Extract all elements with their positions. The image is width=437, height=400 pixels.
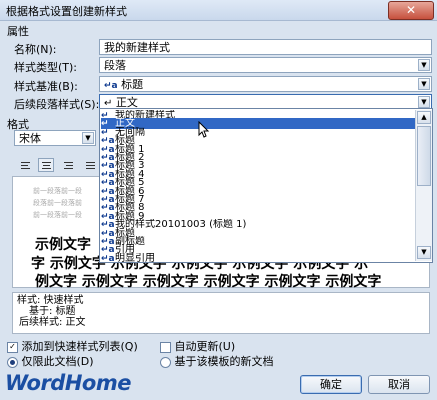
based-on-value: 标题	[121, 78, 144, 91]
template-documents-radio[interactable]	[160, 356, 171, 368]
preview-previous-paragraph: 前一段落前一段	[33, 187, 82, 195]
preview-previous-paragraph: 前一段落前一段	[33, 211, 82, 219]
preview-sample-text: 例文字 示例文字 示例文字 示例文字 示例文字 示例文字	[35, 274, 382, 290]
chevron-down-icon[interactable]: ▼	[418, 59, 430, 71]
style-description: 样式: 快速样式 基于: 标题 后续样式: 正文	[12, 292, 430, 334]
description-line: 基于: 标题	[29, 306, 76, 317]
dropdown-list-item[interactable]: ↵a明显引用	[101, 253, 417, 264]
dropdown-list-item-label: 明显引用	[115, 252, 155, 264]
this-document-only-label: 仅限此文档(D)	[21, 355, 94, 368]
align-center-button[interactable]	[38, 158, 54, 172]
following-style-label: 后续段落样式(S):	[14, 98, 100, 111]
align-left-button[interactable]	[17, 158, 33, 172]
this-document-only-option[interactable]: 仅限此文档(D)	[7, 353, 94, 369]
justify-button[interactable]	[82, 158, 98, 172]
style-link-icon: ↵a	[101, 253, 115, 264]
auto-update-checkbox[interactable]	[160, 341, 171, 353]
close-icon: ✕	[405, 3, 417, 17]
add-to-quick-styles-label: 添加到快速样式列表(Q)	[21, 340, 138, 353]
scroll-up-icon[interactable]: ▲	[417, 111, 431, 124]
style-type-select[interactable]: 段落 ▼	[99, 57, 432, 73]
preview-sample-text: 示例文字	[35, 237, 91, 253]
align-right-button[interactable]	[60, 158, 76, 172]
ok-button[interactable]: 确定	[300, 375, 362, 394]
template-documents-option[interactable]: 基于该模板的新文档	[160, 353, 274, 369]
style-type-label: 样式类型(T):	[14, 61, 78, 74]
style-link-icon: ↵a	[104, 81, 118, 91]
based-on-select[interactable]: ↵a 标题 ▼	[99, 76, 432, 92]
add-to-quick-styles-option[interactable]: ✓ 添加到快速样式列表(Q)	[7, 338, 138, 354]
window-title: 根据格式设置创建新样式	[6, 5, 127, 18]
based-on-label: 样式基准(B):	[14, 80, 78, 93]
close-button[interactable]: ✕	[388, 1, 434, 20]
cancel-button[interactable]: 取消	[368, 375, 430, 394]
mouse-cursor-icon	[198, 121, 210, 138]
preview-previous-paragraph: 段落前一段落前	[33, 199, 82, 207]
name-label: 名称(N):	[14, 43, 57, 56]
chevron-down-icon[interactable]: ▼	[82, 132, 94, 144]
name-input[interactable]: 我的新建样式	[99, 39, 432, 55]
auto-update-label: 自动更新(U)	[174, 340, 236, 353]
this-document-only-radio[interactable]	[7, 356, 18, 368]
style-type-value: 段落	[104, 59, 126, 72]
properties-section-label: 属性	[7, 25, 29, 38]
font-select[interactable]: 宋体 ▼	[14, 130, 96, 146]
following-style-dropdown-list[interactable]: ↵ 我的新建样式 ↵ 正文 ↵ 无间隔 ↵a标题 ↵a标题 1 ↵a标题 2 ↵a标题 3 ↵a标题…	[99, 108, 433, 264]
chevron-down-icon[interactable]: ▼	[418, 96, 430, 108]
auto-update-option[interactable]: 自动更新(U)	[160, 338, 235, 354]
wordhome-watermark: WordHome	[5, 371, 131, 395]
font-value: 宋体	[19, 132, 41, 145]
description-line: 后续样式: 正文	[19, 317, 86, 328]
scrollbar-thumb[interactable]	[417, 126, 431, 186]
add-to-quick-styles-checkbox[interactable]: ✓	[7, 341, 18, 353]
template-documents-label: 基于该模板的新文档	[174, 355, 274, 368]
description-line: 样式: 快速样式	[17, 295, 84, 306]
dropdown-scrollbar[interactable]: ▲ ▼	[415, 110, 432, 261]
chevron-down-icon[interactable]: ▼	[418, 78, 430, 90]
scroll-down-icon[interactable]: ▼	[417, 246, 431, 259]
